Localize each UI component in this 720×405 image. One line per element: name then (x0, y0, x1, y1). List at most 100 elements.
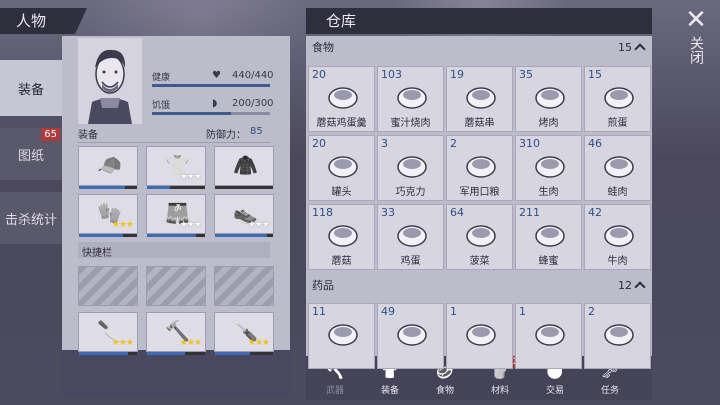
item-quantity: 49 (381, 305, 395, 318)
fried-egg-icon (602, 81, 636, 111)
jacket-icon: 🧥 (233, 153, 258, 177)
item-name: 蜜汁烧肉 (390, 118, 431, 129)
equipment-slot[interactable]: 🧥 (214, 146, 274, 189)
inventory-item[interactable]: 42 牛肉 (584, 204, 651, 270)
inventory-item[interactable]: 49 (377, 303, 444, 369)
item-name: 蘑菇 (331, 256, 352, 267)
inventory-item[interactable]: 11 (308, 303, 375, 369)
quickbar-slot[interactable]: 🔨 ★★★ (146, 312, 206, 355)
tab-label: 食物 (435, 386, 454, 396)
inventory-item[interactable]: 33 鸡蛋 (377, 204, 444, 270)
tab-label: 武器 (325, 386, 344, 396)
inventory-item[interactable]: 64 菠菜 (446, 204, 513, 270)
defense-value: 85 (250, 126, 263, 137)
quickbar-slot[interactable]: 🔪 ★★★ (78, 312, 138, 355)
spinach-icon (464, 219, 498, 249)
item-quantity: 20 (312, 68, 326, 81)
tab-label: 交易 (545, 386, 564, 396)
inventory-item[interactable]: 310 生肉 (515, 135, 582, 201)
equipment-slot[interactable]: 👕 ★★★ (146, 146, 206, 189)
equipment-label: 装备 (78, 130, 98, 141)
health-label: 健康 (152, 73, 171, 83)
quality-stars: ★★★ (111, 338, 134, 348)
health-bar (152, 84, 270, 87)
frog-leg-icon (602, 150, 636, 180)
quality-stars: ★★★ (179, 338, 202, 348)
chevron-up-icon (634, 281, 646, 293)
durability-bar (147, 352, 205, 355)
durability-bar (215, 352, 273, 355)
item-quantity: 42 (588, 206, 602, 219)
quality-stars: ★★★ (111, 220, 134, 230)
tab-equipment[interactable]: 装备 (0, 60, 62, 116)
equipment-slot[interactable]: 🧤 ★★★ (78, 194, 138, 237)
tab-label: 装备 (380, 386, 399, 396)
chevron-up-icon (634, 43, 646, 55)
item-quantity: 33 (381, 206, 395, 219)
equipment-slot[interactable]: 👟 ★★★ (214, 194, 274, 237)
skewer-icon (464, 81, 498, 111)
syringe-icon (464, 318, 498, 348)
item-quantity: 35 (519, 68, 533, 81)
warehouse-title: 仓库 (306, 8, 652, 34)
inventory-item[interactable]: 3 巧克力 (377, 135, 444, 201)
tab-label: 任务 (600, 386, 619, 396)
durability-bar (147, 186, 205, 189)
locked-slot (78, 266, 138, 306)
category-name: 食物 (312, 41, 334, 54)
item-name: 菠菜 (469, 256, 490, 267)
quickbar-label: 快捷栏 (82, 248, 112, 259)
inventory-item[interactable]: 19 蘑菇串 (446, 66, 513, 132)
health-value: 440/440 (232, 70, 274, 81)
equipment-slot[interactable]: 🧢 (78, 146, 138, 189)
item-quantity: 19 (450, 68, 464, 81)
locked-slot (214, 266, 274, 306)
inventory-item[interactable]: 103 蜜汁烧肉 (377, 66, 444, 132)
item-name: 蘑菇鸡蛋羹 (316, 118, 367, 129)
item-quantity: 211 (519, 206, 540, 219)
item-quantity: 1 (519, 305, 526, 318)
equipment-slot[interactable]: 🩳 ★★★ (146, 194, 206, 237)
quickbar-slot[interactable]: 🪛 ★★★ (214, 312, 274, 355)
panel-footer (62, 350, 290, 396)
character-portrait (78, 38, 142, 124)
divider (78, 142, 270, 143)
raw-meat-icon (533, 150, 567, 180)
medicine-bottle-icon (602, 318, 636, 348)
category-header-food[interactable]: 食物 15 (306, 38, 652, 58)
inventory-item[interactable]: 1 (446, 303, 513, 369)
locked-slot (146, 266, 206, 306)
tab-kill-stats[interactable]: 击杀统计 (0, 192, 62, 244)
close-button[interactable]: ✕ 关闭 (676, 6, 716, 96)
inventory-item[interactable]: 35 烤肉 (515, 66, 582, 132)
durability-bar (147, 234, 205, 237)
durability-bar (79, 234, 137, 237)
item-quantity: 118 (312, 206, 333, 219)
quality-stars: ★★★ (179, 172, 202, 182)
item-name: 蛙肉 (607, 187, 628, 198)
bandage-icon (326, 318, 360, 348)
inventory-item[interactable]: 1 (515, 303, 582, 369)
inventory-item[interactable]: 46 蛙肉 (584, 135, 651, 201)
inventory-item[interactable]: 20 罐头 (308, 135, 375, 201)
inventory-item[interactable]: 118 蘑菇 (308, 204, 375, 270)
beanie-icon: 🧢 (97, 153, 122, 177)
inventory-item[interactable]: 2 (584, 303, 651, 369)
close-icon: ✕ (685, 5, 707, 35)
category-header-medicine[interactable]: 药品 12 (306, 276, 652, 296)
inventory-item[interactable]: 2 军用口粮 (446, 135, 513, 201)
character-tabs: 装备 图纸 65 击杀统计 (0, 60, 62, 256)
defense-label: 防御力： (206, 130, 246, 141)
inventory-item[interactable]: 20 蘑菇鸡蛋羹 (308, 66, 375, 132)
item-quantity: 103 (381, 68, 402, 81)
character-title: 人物 (0, 8, 87, 34)
item-quantity: 20 (312, 137, 326, 150)
tab-blueprints[interactable]: 图纸 65 (0, 128, 62, 180)
tab-label: 图纸 (17, 148, 44, 164)
inventory-item[interactable]: 211 蜂蜜 (515, 204, 582, 270)
item-name: 鸡蛋 (400, 256, 421, 267)
beef-icon (602, 219, 636, 249)
inventory-item[interactable]: 15 煎蛋 (584, 66, 651, 132)
hunger-value: 200/300 (232, 98, 274, 109)
tab-label: 装备 (17, 82, 44, 98)
